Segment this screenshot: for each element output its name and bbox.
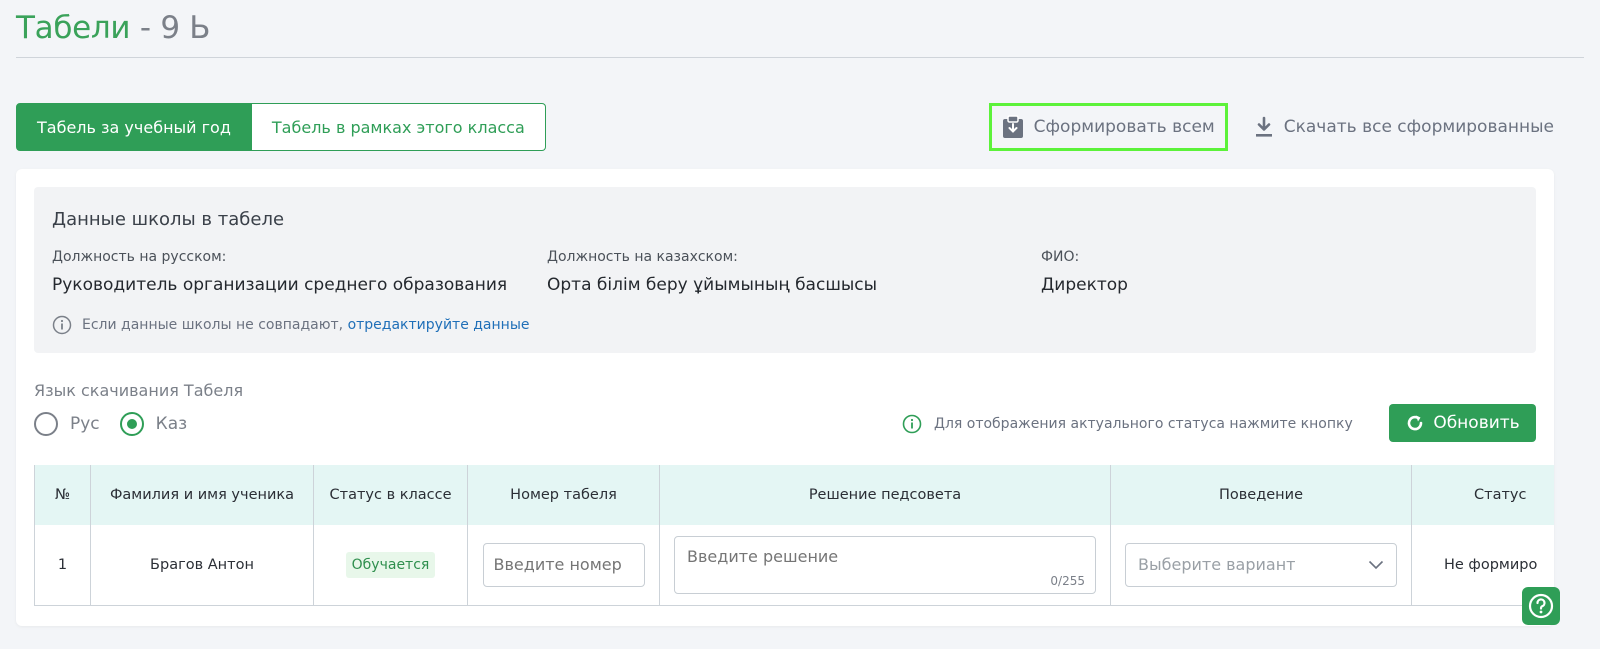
school-data-panel: Данные школы в табеле Должность на русск… [34, 187, 1536, 353]
main-card: Данные школы в табеле Должность на русск… [16, 169, 1554, 626]
cell-number: 1 [34, 525, 91, 606]
column-header-student-name: Фамилия и имя ученика [90, 465, 314, 525]
cell-student-name: Брагов Антон [90, 525, 314, 606]
edit-data-link[interactable]: отредактируйте данные [348, 317, 530, 333]
page-title: Табели - 9 Ь [16, 8, 1584, 48]
note-text-main: Если данные школы не совпадают, [82, 317, 344, 333]
refresh-icon [1408, 415, 1423, 431]
select-placeholder: Выберите вариант [1138, 555, 1296, 575]
radio-indicator [119, 412, 144, 436]
column-header-report-number: Номер табеля [467, 465, 660, 525]
column-header-council-decision: Решение педсовета [659, 465, 1111, 525]
status-hint-text: Для отображения актуального статуса нажм… [934, 416, 1353, 432]
field-label: ФИО: [1041, 249, 1080, 265]
tab-academic-year[interactable]: Табель за учебный год [16, 103, 252, 151]
status-badge: Обучается [345, 551, 436, 578]
char-counter: 0/255 [1050, 573, 1085, 588]
cell-class-status: Обучается [313, 525, 468, 606]
radio-label: Каз [155, 414, 188, 434]
info-green-icon [902, 414, 922, 434]
generate-all-button[interactable]: Сформировать всем [988, 103, 1228, 151]
school-data-title: Данные школы в табеле [52, 209, 285, 230]
tab-this-class[interactable]: Табель в рамках этого класса [251, 103, 546, 151]
field-value: Руководитель организации среднего образо… [52, 275, 508, 295]
radio-label: Рус [70, 414, 100, 434]
radio-lang-ru[interactable]: Рус [34, 412, 100, 436]
decision-textarea[interactable] [675, 536, 1095, 593]
table-row: 1 Брагов Антон Обучается 0/255 [34, 525, 1554, 606]
question-icon [1528, 593, 1554, 619]
field-full-name: ФИО: Директор [1041, 249, 1128, 295]
tab-bar: Табель за учебный год Табель в рамках эт… [16, 103, 546, 151]
cell-council-decision: 0/255 [659, 525, 1111, 606]
language-label: Язык скачивания Табеля [34, 381, 244, 400]
download-icon [1255, 116, 1272, 137]
clipboard-download-icon [1002, 115, 1023, 138]
report-number-input[interactable] [482, 542, 645, 587]
column-header-number: № [34, 465, 91, 525]
help-button[interactable] [1522, 587, 1560, 625]
students-table-container: № Фамилия и имя ученика Статус в классе … [34, 465, 1554, 606]
info-icon [52, 315, 72, 335]
field-label: Должность на русском: [52, 249, 227, 265]
decision-field: 0/255 [674, 535, 1096, 594]
students-table: № Фамилия и имя ученика Статус в классе … [34, 465, 1554, 606]
table-header-row: № Фамилия и имя ученика Статус в классе … [34, 465, 1554, 525]
school-data-note: Если данные школы не совпадают, отредакт… [52, 315, 530, 335]
status-hint: Для отображения актуального статуса нажм… [902, 414, 1353, 434]
refresh-label: Обновить [1433, 413, 1520, 433]
behavior-select[interactable]: Выберите вариант [1125, 542, 1397, 587]
field-label: Должность на казахском: [547, 249, 738, 265]
generate-all-label: Сформировать всем [1033, 117, 1215, 137]
language-radio-group: Рус Каз [34, 412, 187, 436]
radio-lang-kz[interactable]: Каз [119, 412, 188, 436]
column-header-behavior: Поведение [1110, 465, 1412, 525]
chevron-down-icon [1368, 560, 1384, 569]
field-position-kz: Должность на казахском: Орта білім беру … [547, 249, 877, 295]
cell-behavior: Выберите вариант [1110, 525, 1412, 606]
field-position-ru: Должность на русском: Руководитель орган… [52, 249, 507, 295]
page-header: Табели - 9 Ь [16, 8, 1584, 58]
field-value: Орта білім беру ұйымының басшысы [547, 275, 878, 295]
refresh-button[interactable]: Обновить [1389, 404, 1536, 442]
radio-indicator [34, 412, 58, 436]
column-header-status: Статус [1411, 465, 1554, 525]
download-all-button[interactable]: Скачать все сформированные [1254, 103, 1554, 151]
toolbar-actions: Сформировать всем Скачать все сформирова… [988, 103, 1554, 151]
page-title-separator: - [139, 10, 151, 46]
field-value: Директор [1041, 275, 1128, 295]
cell-report-number [467, 525, 660, 606]
page-title-class: 9 Ь [160, 10, 211, 46]
note-text: Если данные школы не совпадают, отредакт… [82, 317, 530, 333]
column-header-class-status: Статус в классе [313, 465, 468, 525]
page-title-text: Табели [16, 10, 131, 46]
download-all-label: Скачать все сформированные [1283, 117, 1554, 137]
